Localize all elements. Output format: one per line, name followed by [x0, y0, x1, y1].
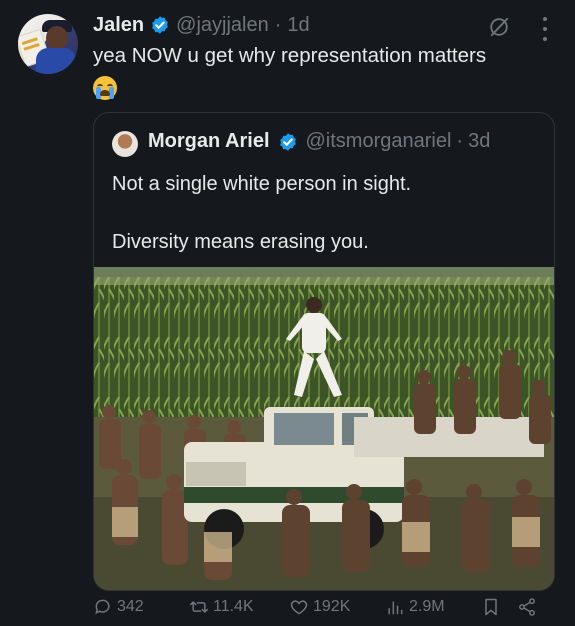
reply-icon [95, 599, 110, 615]
like-button[interactable]: 192K [289, 597, 350, 617]
repost-icon [189, 601, 209, 613]
quoted-tweet-time[interactable]: 3d [468, 130, 490, 153]
bookmark-icon [485, 598, 497, 616]
reply-button[interactable]: 342 [93, 597, 144, 617]
reply-count: 342 [117, 598, 144, 615]
verified-badge-icon [152, 16, 168, 34]
tweet-text: yea NOW u get why representation matters [93, 44, 487, 67]
quoted-author-avatar[interactable] [112, 131, 138, 157]
action-bar: 342 11.4K 192K 2.9M [93, 597, 555, 623]
author-name[interactable]: Jalen [93, 14, 144, 37]
more-options-icon[interactable] [538, 17, 552, 41]
author-avatar[interactable] [18, 14, 78, 74]
grok-icon[interactable] [488, 16, 510, 38]
quoted-media-image[interactable] [94, 267, 555, 591]
tweet-time[interactable]: 1d [287, 14, 309, 37]
verified-badge-icon [279, 132, 296, 151]
quoted-text-line-1: Not a single white person in sight. [112, 173, 412, 195]
separator-dot: · [456, 130, 464, 152]
quoted-tweet-header: Morgan Ariel @itsmorganariel · 3d [148, 130, 490, 153]
quoted-author-handle[interactable]: @itsmorganariel [306, 130, 452, 153]
quoted-text-line-2: Diversity means erasing you. [112, 231, 369, 253]
quoted-author-name[interactable]: Morgan Ariel [148, 130, 270, 153]
views-button[interactable]: 2.9M [385, 597, 445, 617]
heart-icon [290, 600, 308, 615]
bookmark-button[interactable] [481, 597, 501, 617]
views-count: 2.9M [409, 598, 445, 615]
repost-button[interactable]: 11.4K [189, 597, 254, 617]
quoted-tweet[interactable]: Morgan Ariel @itsmorganariel · 3d Not a … [93, 112, 555, 591]
views-bar-chart-icon [388, 601, 403, 615]
author-handle[interactable]: @jayjjalen [176, 14, 269, 37]
loudly-crying-face-icon [93, 76, 117, 100]
like-count: 192K [313, 598, 351, 615]
repost-count: 11.4K [213, 598, 254, 615]
separator-dot: · [274, 13, 282, 36]
share-icon [519, 598, 535, 616]
share-button[interactable] [517, 597, 537, 617]
